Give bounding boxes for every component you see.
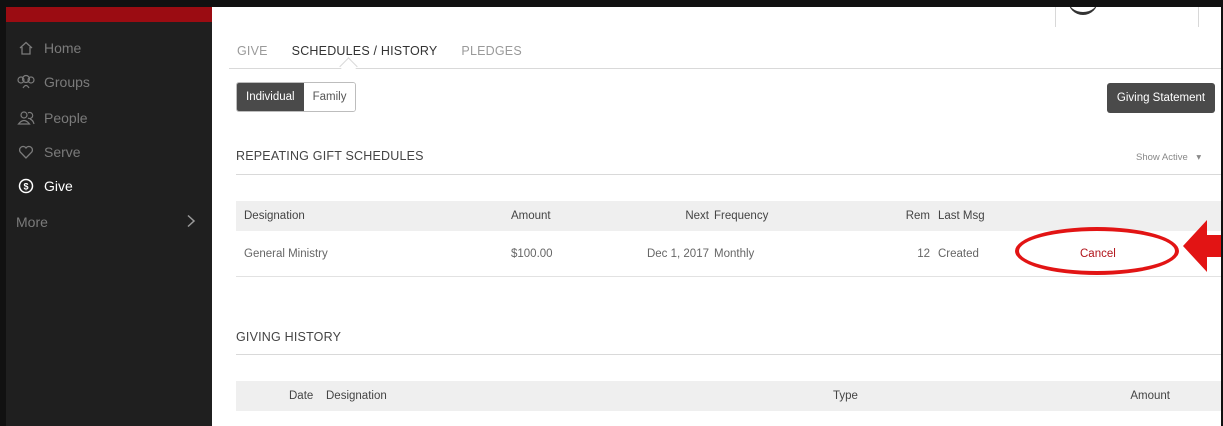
screenshot-frame <box>0 0 1223 426</box>
